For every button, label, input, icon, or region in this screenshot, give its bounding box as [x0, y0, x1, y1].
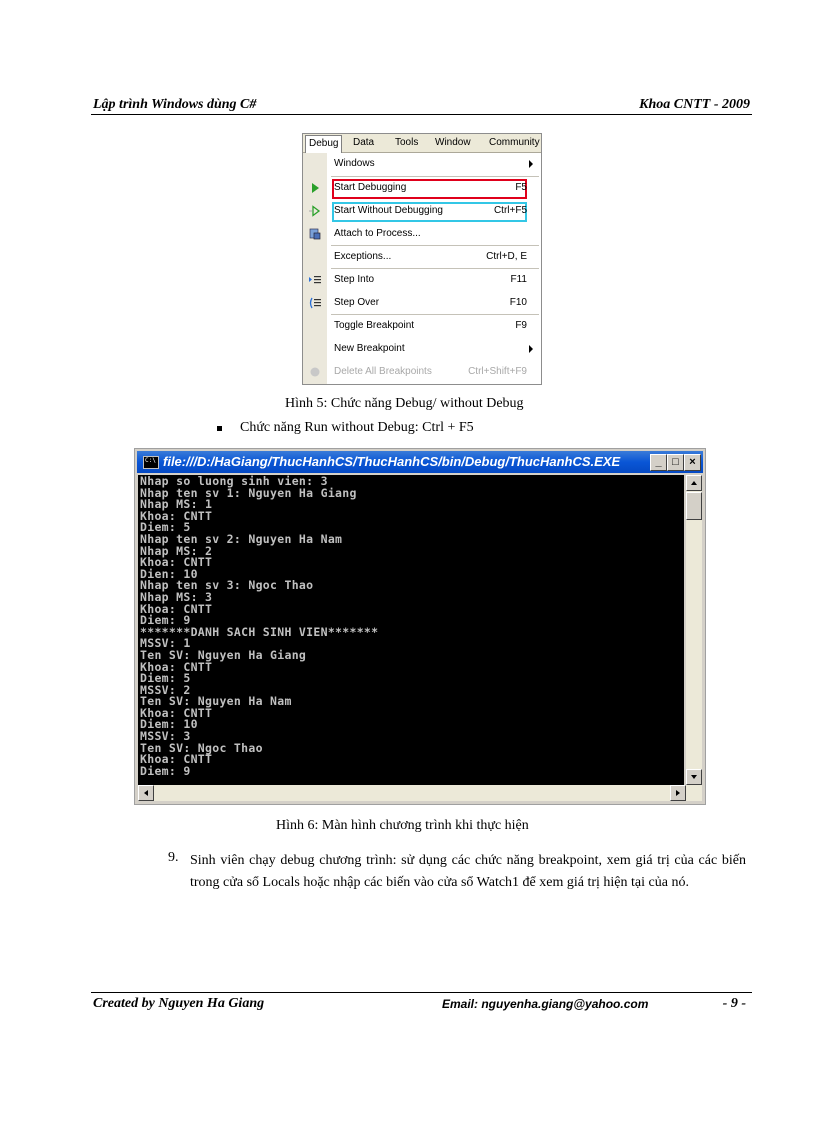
- arrow-down-icon: [691, 775, 697, 779]
- vertical-scrollbar[interactable]: [686, 475, 702, 785]
- menu-item-label: Step Over: [334, 297, 380, 308]
- menu-debug[interactable]: Debug: [305, 135, 343, 153]
- menu-item-label: Attach to Process...: [334, 228, 421, 239]
- scroll-thumb[interactable]: [686, 492, 702, 520]
- menu-bar: Debug Data Tools Window Community: [303, 134, 541, 153]
- menu-item-shortcut: Ctrl+D, E: [486, 251, 527, 262]
- arrow-right-icon: [676, 790, 680, 796]
- menu-item-new-breakpoint[interactable]: New Breakpoint: [303, 338, 541, 360]
- figure-6-caption: Hình 6: Màn hình chương trình khi thực h…: [276, 818, 529, 833]
- scroll-right-button[interactable]: [670, 785, 686, 801]
- menu-item-shortcut: Ctrl+F5: [493, 205, 527, 216]
- menu-item-label: Toggle Breakpoint: [334, 320, 415, 331]
- menu-item-windows[interactable]: Windows: [303, 153, 541, 175]
- menu-item-step-into[interactable]: Step Into F11: [303, 269, 541, 291]
- menu-item-shortcut: F9: [515, 320, 527, 331]
- console-window: file:///D:/HaGiang/ThucHanhCS/ThucHanhCS…: [134, 448, 706, 805]
- menu-item-shortcut: F5: [515, 182, 527, 193]
- arrow-left-icon: [144, 790, 148, 796]
- menu-item-exceptions[interactable]: Exceptions... Ctrl+D, E: [303, 246, 541, 268]
- console-output: Nhap so luong sinh vien: 3 Nhap ten sv 1…: [138, 475, 684, 785]
- menu-item-attach-to-process[interactable]: Attach to Process...: [303, 223, 541, 245]
- menu-community[interactable]: Community: [489, 137, 540, 148]
- header-title-left: Lập trình Windows dùng C#: [93, 97, 257, 112]
- bullet-text: Chức năng Run without Debug: Ctrl + F5: [240, 420, 474, 435]
- submenu-arrow-icon: [529, 345, 533, 353]
- submenu-arrow-icon: [529, 160, 533, 168]
- play-outline-icon: [309, 205, 321, 217]
- menu-data[interactable]: Data: [353, 137, 374, 148]
- play-icon: [312, 183, 319, 193]
- footer-divider: [91, 992, 752, 993]
- step-over-icon: [309, 297, 321, 309]
- menu-item-start-without-debugging[interactable]: Start Without Debugging Ctrl+F5: [303, 200, 541, 222]
- menu-item-label: Exceptions...: [334, 251, 392, 262]
- bullet-square-icon: [217, 426, 222, 431]
- minimize-button[interactable]: _: [650, 454, 667, 471]
- header-divider: [91, 114, 752, 115]
- menu-item-shortcut: Ctrl+Shift+F9: [468, 366, 527, 377]
- menu-item-delete-all-breakpoints: Delete All Breakpoints Ctrl+Shift+F9: [303, 361, 541, 383]
- scroll-down-button[interactable]: [686, 769, 702, 785]
- menu-item-shortcut: F11: [510, 274, 528, 285]
- console-text: Nhap so luong sinh vien: 3 Nhap ten sv 1…: [140, 475, 379, 778]
- step-paragraph: Sinh viên chạy debug chương trình: sử dụ…: [190, 853, 746, 890]
- delete-breakpoints-icon: [310, 367, 320, 377]
- footer-author: Created by Nguyen Ha Giang: [93, 996, 265, 1011]
- debug-menu-screenshot: Debug Data Tools Window Community Window…: [302, 133, 542, 385]
- step-number: 9.: [168, 850, 179, 865]
- horizontal-scrollbar[interactable]: [138, 785, 686, 801]
- page-number: - 9 -: [722, 996, 746, 1011]
- scroll-left-button[interactable]: [138, 785, 154, 801]
- attach-process-icon: [309, 228, 321, 240]
- console-title: file:///D:/HaGiang/ThucHanhCS/ThucHanhCS…: [163, 454, 621, 469]
- header-title-right: Khoa CNTT - 2009: [639, 97, 750, 112]
- menu-item-toggle-breakpoint[interactable]: Toggle Breakpoint F9: [303, 315, 541, 337]
- footer-email: Email: nguyenha.giang@yahoo.com: [442, 997, 649, 1011]
- menu-item-label: Windows: [334, 158, 375, 169]
- menu-item-shortcut: F10: [509, 297, 527, 308]
- menu-window[interactable]: Window: [435, 137, 471, 148]
- menu-item-label: Start Debugging: [334, 182, 407, 193]
- close-button[interactable]: ×: [684, 454, 701, 471]
- console-app-icon: [143, 456, 159, 469]
- maximize-button[interactable]: □: [667, 454, 684, 471]
- menu-item-label: New Breakpoint: [334, 343, 405, 354]
- menu-item-label: Step Into: [334, 274, 375, 285]
- resize-grip-icon[interactable]: [686, 785, 702, 801]
- menu-tools[interactable]: Tools: [395, 137, 418, 148]
- arrow-up-icon: [691, 481, 697, 485]
- scroll-up-button[interactable]: [686, 475, 702, 491]
- menu-item-start-debugging[interactable]: Start Debugging F5: [303, 177, 541, 199]
- menu-item-label: Delete All Breakpoints: [334, 366, 432, 377]
- console-title-bar[interactable]: file:///D:/HaGiang/ThucHanhCS/ThucHanhCS…: [137, 451, 703, 473]
- menu-item-label: Start Without Debugging: [334, 205, 443, 216]
- figure-5-caption: Hình 5: Chức năng Debug/ without Debug: [285, 396, 524, 411]
- step-into-icon: [309, 276, 321, 284]
- menu-item-step-over[interactable]: Step Over F10: [303, 292, 541, 314]
